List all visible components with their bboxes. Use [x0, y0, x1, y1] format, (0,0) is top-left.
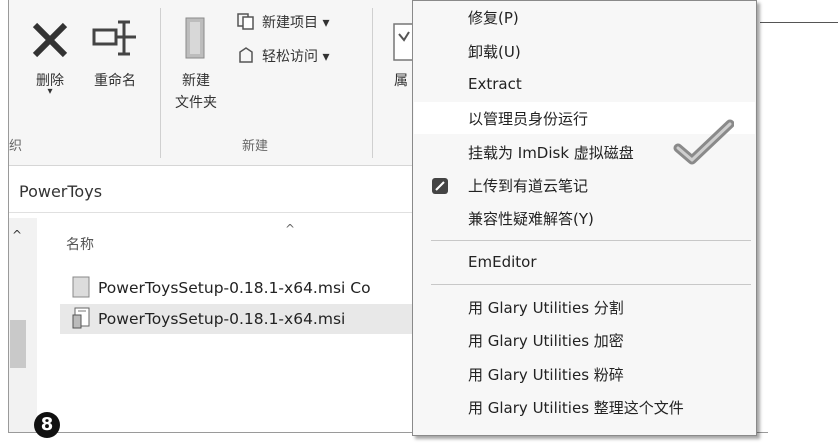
group-label-new: 新建 — [242, 139, 269, 154]
rename-button[interactable]: 重命名 — [84, 70, 146, 90]
new-folder-button-line2[interactable]: 文件夹 — [164, 92, 228, 112]
menu-item-uninstall[interactable]: 卸载(U) — [414, 35, 755, 67]
youdao-note-icon — [432, 178, 448, 194]
ribbon-separator — [372, 8, 373, 158]
menu-separator — [431, 240, 751, 241]
msi-file-icon — [72, 276, 90, 298]
file-row[interactable]: PowerToysSetup-0.18.1-x64.msi Co — [60, 273, 418, 303]
delete-icon[interactable] — [30, 20, 70, 60]
delete-dropdown-arrow[interactable]: ▾ — [40, 86, 60, 97]
rename-icon[interactable] — [92, 18, 138, 58]
step-number-badge: 8 — [34, 412, 60, 438]
menu-item-glary-encrypt[interactable]: 用 Glary Utilities 加密 — [414, 324, 755, 356]
menu-separator — [431, 284, 751, 285]
context-menu: 修复(P) 卸载(U) Extract 以管理员身份运行 挂载为 ImDisk … — [412, 0, 757, 436]
easy-access-icon — [236, 46, 256, 66]
address-path: PowerToys — [19, 182, 103, 201]
menu-item-compat-troubleshoot[interactable]: 兼容性疑难解答(Y) — [414, 202, 755, 234]
column-header-name[interactable]: 名称 — [66, 234, 94, 254]
new-folder-button-line1[interactable]: 新建 — [170, 70, 222, 90]
new-folder-icon[interactable] — [180, 16, 210, 60]
file-name: PowerToysSetup-0.18.1-x64.msi — [98, 310, 346, 328]
file-name: PowerToysSetup-0.18.1-x64.msi Co — [98, 279, 371, 297]
menu-item-glary-shred[interactable]: 用 Glary Utilities 粉碎 — [414, 358, 755, 390]
menu-item-glary-defrag[interactable]: 用 Glary Utilities 整理这个文件 — [414, 391, 755, 423]
easy-access-button[interactable]: 轻松访问 ▾ — [262, 46, 329, 66]
menu-item-emeditor[interactable]: EmEditor — [414, 247, 755, 279]
group-label-organize: 织 — [9, 139, 23, 154]
address-bar[interactable]: PowerToys — [9, 170, 419, 213]
file-row-selected[interactable]: PowerToysSetup-0.18.1-x64.msi — [60, 304, 418, 334]
properties-button[interactable]: 属 — [390, 70, 412, 90]
menu-item-upload-youdao[interactable]: 上传到有道云笔记 — [414, 169, 755, 201]
menu-item-glary-split[interactable]: 用 Glary Utilities 分割 — [414, 291, 755, 323]
explorer-window: 删除 ▾ 重命名 新建 文件夹 新建项目 ▾ 轻松访问 ▾ 属 织 新建 Pow… — [0, 0, 838, 443]
ribbon-separator — [160, 8, 161, 158]
new-item-button[interactable]: 新建项目 ▾ — [262, 12, 329, 32]
nav-scroll-up-icon[interactable]: ^ — [12, 228, 22, 242]
nav-scrollbar-thumb[interactable] — [10, 320, 26, 368]
background-window-edge — [760, 22, 838, 23]
new-item-icon — [236, 12, 256, 30]
checkmark-icon — [672, 118, 735, 166]
sort-up-icon: ^ — [285, 222, 296, 236]
menu-item-repair[interactable]: 修复(P) — [414, 1, 755, 33]
menu-item-extract[interactable]: Extract — [414, 69, 755, 101]
properties-icon[interactable] — [392, 22, 415, 62]
msi-installer-icon — [72, 307, 90, 329]
